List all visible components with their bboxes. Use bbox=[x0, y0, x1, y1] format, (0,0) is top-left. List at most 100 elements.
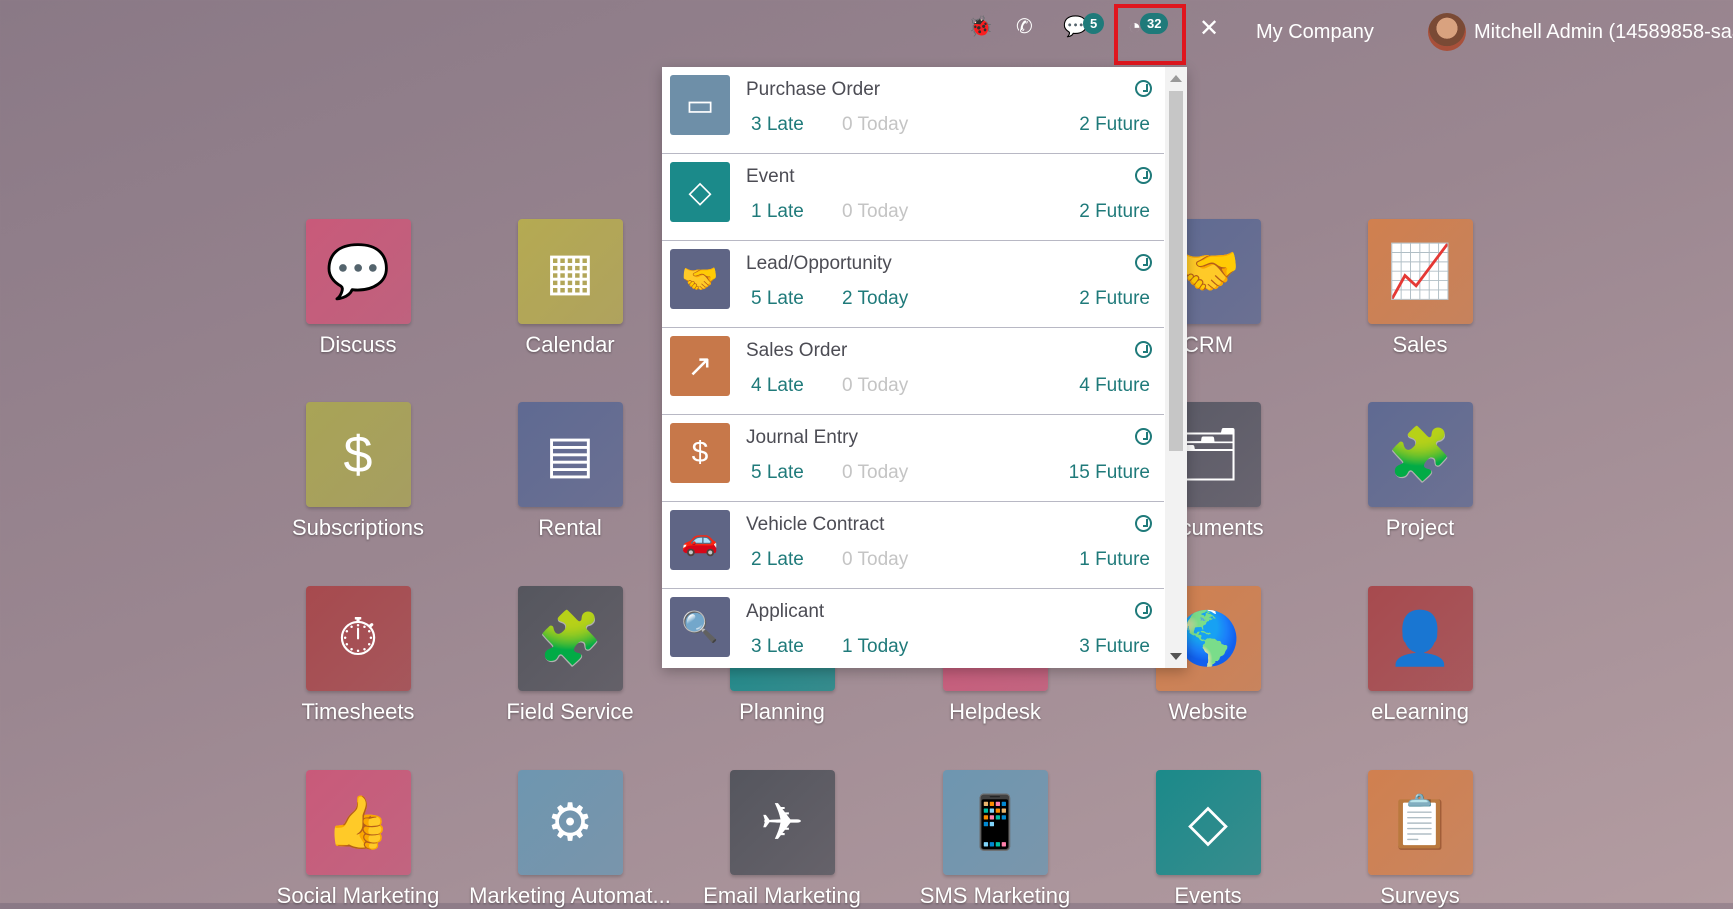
activity-model-icon: $ bbox=[670, 423, 730, 483]
clock-icon[interactable] bbox=[1135, 254, 1152, 271]
late-count[interactable]: 5 Late bbox=[751, 288, 804, 310]
app-rental[interactable]: ▤ Rental bbox=[464, 402, 676, 541]
scroll-down-arrow[interactable] bbox=[1170, 653, 1182, 660]
app-elearning[interactable]: 👤 eLearning bbox=[1314, 586, 1526, 725]
clock-icon[interactable] bbox=[1135, 515, 1152, 532]
app-icon: 💬 bbox=[305, 219, 411, 324]
future-count[interactable]: 4 Future bbox=[1079, 375, 1150, 397]
app-label: Helpdesk bbox=[949, 699, 1041, 724]
app-label: SMS Marketing bbox=[919, 883, 1071, 908]
today-count[interactable]: 0 Today bbox=[842, 549, 908, 571]
app-icon: 📋 bbox=[1367, 770, 1473, 875]
activity-model-name: Sales Order bbox=[746, 340, 848, 361]
app-project[interactable]: 🧩 Project bbox=[1314, 402, 1526, 541]
today-count[interactable]: 0 Today bbox=[842, 114, 908, 136]
late-count[interactable]: 4 Late bbox=[751, 375, 804, 397]
future-count[interactable]: 1 Future bbox=[1079, 549, 1150, 571]
app-label: Website bbox=[1168, 699, 1248, 724]
app-label: Timesheets bbox=[301, 699, 415, 724]
clock-icon[interactable] bbox=[1135, 167, 1152, 184]
activity-model-icon: ↗ bbox=[670, 336, 730, 396]
clock-icon[interactable] bbox=[1135, 428, 1152, 445]
activity-model-icon: 🤝 bbox=[670, 249, 730, 309]
app-social-marketing[interactable]: 👍 Social Marketing bbox=[252, 770, 464, 909]
app-label: Subscriptions bbox=[291, 515, 425, 540]
tools-icon[interactable]: ✕ bbox=[1199, 14, 1219, 43]
activity-row[interactable]: ↗ Sales Order 4 Late 0 Today 4 Future bbox=[662, 328, 1164, 415]
activity-model-name: Lead/Opportunity bbox=[746, 253, 892, 274]
today-count[interactable]: 0 Today bbox=[842, 462, 908, 484]
app-discuss[interactable]: 💬 Discuss bbox=[252, 219, 464, 358]
app-label: eLearning bbox=[1371, 699, 1469, 724]
avatar[interactable] bbox=[1428, 13, 1466, 51]
app-subscriptions[interactable]: $ Subscriptions bbox=[252, 402, 464, 541]
app-label: Events bbox=[1174, 883, 1242, 908]
app-label: Email Marketing bbox=[703, 883, 861, 908]
future-count[interactable]: 2 Future bbox=[1079, 201, 1150, 223]
company-switcher[interactable]: My Company bbox=[1256, 21, 1374, 44]
late-count[interactable]: 3 Late bbox=[751, 636, 804, 658]
activity-model-name: Purchase Order bbox=[746, 79, 881, 100]
app-label: Marketing Automat... bbox=[469, 883, 671, 908]
phone-icon[interactable]: ✆ bbox=[1016, 14, 1033, 39]
today-count[interactable]: 0 Today bbox=[842, 375, 908, 397]
activity-row[interactable]: 🤝 Lead/Opportunity 5 Late 2 Today 2 Futu… bbox=[662, 241, 1164, 328]
app-icon: 👍 bbox=[305, 770, 411, 875]
clock-icon[interactable] bbox=[1135, 602, 1152, 619]
late-count[interactable]: 5 Late bbox=[751, 462, 804, 484]
activity-model-icon: 🔍 bbox=[670, 597, 730, 657]
app-icon: 📈 bbox=[1367, 219, 1473, 324]
activity-row[interactable]: ▭ Purchase Order 3 Late 0 Today 2 Future bbox=[662, 67, 1164, 154]
activity-row[interactable]: 🔍 Applicant 3 Late 1 Today 3 Future bbox=[662, 589, 1164, 668]
app-surveys[interactable]: 📋 Surveys bbox=[1314, 770, 1526, 909]
activity-model-name: Vehicle Contract bbox=[746, 514, 885, 535]
today-count[interactable]: 0 Today bbox=[842, 201, 908, 223]
app-label: Planning bbox=[739, 699, 825, 724]
late-count[interactable]: 1 Late bbox=[751, 201, 804, 223]
app-events[interactable]: ◇ Events bbox=[1102, 770, 1314, 909]
app-icon: ◇ bbox=[1155, 770, 1261, 875]
app-label: Field Service bbox=[506, 699, 634, 724]
top-navbar: 🐞 ✆ 💬 5 ◔ 32 ✕ My Company Mitchell Admin… bbox=[0, 0, 1733, 65]
future-count[interactable]: 2 Future bbox=[1079, 114, 1150, 136]
clock-icon[interactable] bbox=[1135, 80, 1152, 97]
app-icon: 👤 bbox=[1367, 586, 1473, 691]
today-count[interactable]: 2 Today bbox=[842, 288, 908, 310]
app-email-marketing[interactable]: ✈ Email Marketing bbox=[676, 770, 888, 909]
activity-model-name: Journal Entry bbox=[746, 427, 858, 448]
future-count[interactable]: 2 Future bbox=[1079, 288, 1150, 310]
activity-model-icon: 🚗 bbox=[670, 510, 730, 570]
late-count[interactable]: 2 Late bbox=[751, 549, 804, 571]
scrollbar-thumb[interactable] bbox=[1169, 91, 1183, 451]
app-marketing-automat-[interactable]: ⚙ Marketing Automat... bbox=[464, 770, 676, 909]
activity-model-name: Applicant bbox=[746, 601, 825, 622]
app-label: Surveys bbox=[1380, 883, 1460, 908]
activity-row[interactable]: 🚗 Vehicle Contract 2 Late 0 Today 1 Futu… bbox=[662, 502, 1164, 589]
late-count[interactable]: 3 Late bbox=[751, 114, 804, 136]
today-count[interactable]: 1 Today bbox=[842, 636, 908, 658]
scrollbar[interactable] bbox=[1165, 67, 1187, 668]
messages-badge: 5 bbox=[1083, 13, 1105, 34]
app-sms-marketing[interactable]: 📱 SMS Marketing bbox=[889, 770, 1101, 909]
future-count[interactable]: 3 Future bbox=[1079, 636, 1150, 658]
app-label: Discuss bbox=[319, 332, 397, 357]
app-label: Rental bbox=[538, 515, 602, 540]
app-icon: 📱 bbox=[942, 770, 1048, 875]
scroll-up-arrow[interactable] bbox=[1170, 75, 1182, 82]
app-label: Calendar bbox=[525, 332, 615, 357]
app-timesheets[interactable]: ⏱ Timesheets bbox=[252, 586, 464, 725]
bug-icon[interactable]: 🐞 bbox=[968, 14, 993, 39]
app-icon: $ bbox=[305, 402, 411, 507]
activity-model-icon: ◇ bbox=[670, 162, 730, 222]
app-icon: ✈ bbox=[729, 770, 835, 875]
activity-dropdown: ▭ Purchase Order 3 Late 0 Today 2 Future… bbox=[662, 67, 1187, 668]
clock-icon[interactable] bbox=[1135, 341, 1152, 358]
app-label: Sales bbox=[1392, 332, 1448, 357]
app-sales[interactable]: 📈 Sales bbox=[1314, 219, 1526, 358]
app-calendar[interactable]: ▦ Calendar bbox=[464, 219, 676, 358]
future-count[interactable]: 15 Future bbox=[1069, 462, 1150, 484]
activity-row[interactable]: $ Journal Entry 5 Late 0 Today 15 Future bbox=[662, 415, 1164, 502]
app-field-service[interactable]: 🧩 Field Service bbox=[464, 586, 676, 725]
activity-row[interactable]: ◇ Event 1 Late 0 Today 2 Future bbox=[662, 154, 1164, 241]
user-menu[interactable]: Mitchell Admin (14589858-saa bbox=[1474, 21, 1733, 44]
